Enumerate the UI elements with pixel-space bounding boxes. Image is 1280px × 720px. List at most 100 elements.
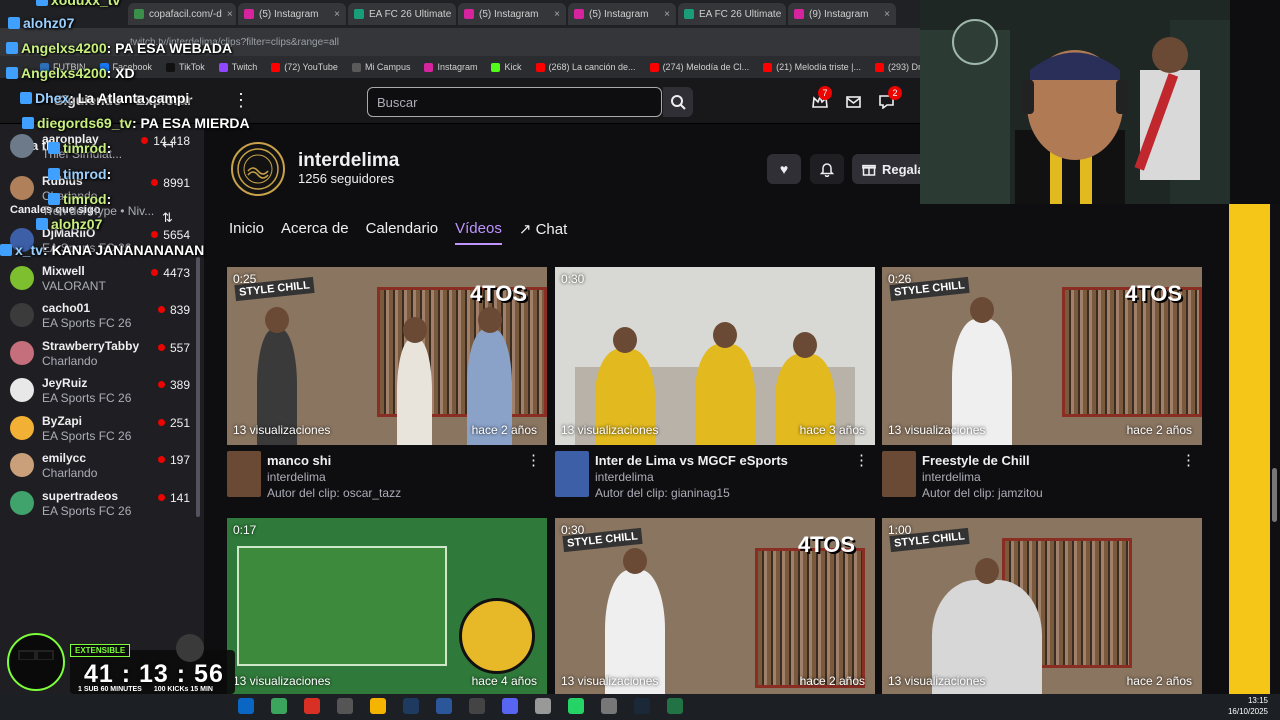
scroll-thumb[interactable] — [1272, 468, 1277, 522]
sidebar-channel[interactable]: Mixwell VALORANT 4473 — [10, 260, 196, 298]
inbox-icon[interactable] — [844, 93, 862, 111]
taskbar-app-icon[interactable] — [304, 698, 320, 714]
tab-close-icon[interactable]: × — [884, 9, 890, 20]
clip-thumbnail[interactable]: 4TOS STYLE CHILL 0:26 13 visualizaciones hac… — [882, 267, 1202, 445]
chat-username[interactable]: x_tv — [15, 242, 43, 258]
clip-card[interactable]: 0:30 13 visualizaciones hace 3 años Inter d… — [555, 267, 875, 505]
sidebar-channel[interactable]: emilycc Charlando 197 — [10, 447, 196, 485]
taskbar-app-icon[interactable] — [436, 698, 452, 714]
tab-calendario[interactable]: Calendario — [366, 220, 439, 245]
browser-tab[interactable]: (5) Instagram × — [238, 3, 346, 25]
more-options-icon[interactable]: ⋮ — [232, 90, 250, 111]
taskbar-app-icon[interactable] — [370, 698, 386, 714]
notification-badge: 7 — [818, 86, 832, 100]
browser-tab[interactable]: (5) Instagram × — [458, 3, 566, 25]
chat-username[interactable]: alohz07 — [23, 15, 74, 31]
clip-channel-avatar[interactable] — [227, 451, 261, 497]
taskbar-app-icon[interactable] — [337, 698, 353, 714]
chat-username[interactable]: Angelxs4200 — [21, 65, 107, 81]
browser-tab[interactable]: copafacil.com/-d × — [128, 3, 236, 25]
clip-card[interactable]: 4TOS STYLE CHILL 0:25 13 visualizaciones hac… — [227, 267, 547, 505]
browser-tab[interactable]: EA FC 26 Ultimate× — [678, 3, 786, 25]
taskbar-app-icon[interactable] — [601, 698, 617, 714]
clip-card[interactable]: STYLE CHILL 1:00 13 visualizaciones hace 2 … — [882, 518, 1202, 696]
clip-channel[interactable]: interdelima — [267, 470, 326, 484]
taskbar-app-icon[interactable] — [502, 698, 518, 714]
sidebar-channel[interactable]: cacho01 EA Sports FC 26 839 — [10, 297, 196, 335]
system-clock[interactable]: 13:15 16/10/2025 — [1228, 695, 1268, 717]
clip-thumbnail[interactable]: 0:17 13 visualizaciones hace 4 años — [227, 518, 547, 696]
chat-username[interactable]: diegords69_tv — [37, 115, 132, 131]
clip-channel-avatar[interactable] — [555, 451, 589, 497]
sidebar-channel[interactable]: StrawberryTabby Charlando 557 — [10, 335, 196, 373]
clip-channel[interactable]: interdelima — [922, 470, 981, 484]
tab-close-icon[interactable]: × — [334, 9, 340, 20]
main-scrollbar[interactable] — [1270, 204, 1280, 694]
tab-acerca-de[interactable]: Acerca de — [281, 220, 349, 245]
clip-options-icon[interactable]: ⋮ — [526, 451, 541, 469]
chat-username[interactable]: alohz07 — [51, 216, 102, 232]
sidebar-channel[interactable]: ByZapi EA Sports FC 26 251 — [10, 410, 196, 448]
notifications-button[interactable] — [810, 154, 844, 184]
clip-channel[interactable]: interdelima — [595, 470, 654, 484]
taskbar-app-icon[interactable] — [271, 698, 287, 714]
channel-logo[interactable] — [231, 142, 285, 196]
bookmark-item[interactable]: (21) Melodía triste |... — [763, 62, 861, 72]
clip-title[interactable]: Inter de Lima vs MGCF eSports — [595, 453, 860, 468]
bookmark-item[interactable]: (274) Melodía de Cl... — [649, 62, 749, 72]
clip-thumbnail[interactable]: STYLE CHILL 1:00 13 visualizaciones hace 2 … — [882, 518, 1202, 696]
taskbar-app-icon[interactable] — [403, 698, 419, 714]
sidebar-channel[interactable]: JeyRuiz EA Sports FC 26 389 — [10, 372, 196, 410]
bookmark-item[interactable]: Mi Campus — [351, 62, 410, 72]
bookmark-item[interactable]: Kick — [491, 62, 522, 72]
tab-inicio[interactable]: Inicio — [229, 220, 264, 245]
chat-username[interactable]: timrod — [63, 191, 107, 207]
follow-button[interactable]: ♥ — [767, 154, 801, 184]
taskbar-app-icon[interactable] — [535, 698, 551, 714]
taskbar-app-icon[interactable] — [238, 698, 254, 714]
person-head — [265, 307, 289, 333]
channel-game: EA Sports FC 26 — [42, 429, 132, 443]
tab-close-icon[interactable]: × — [227, 9, 233, 20]
browser-tab[interactable]: (5) Instagram × — [568, 3, 676, 25]
clip-thumbnail[interactable]: 4TOS STYLE CHILL 0:30 13 visualizaciones hac… — [555, 518, 875, 696]
clip-card[interactable]: 4TOS STYLE CHILL 0:26 13 visualizaciones hac… — [882, 267, 1202, 505]
bookmark-item[interactable]: (268) La canción de... — [535, 62, 636, 72]
clip-title[interactable]: manco shi — [267, 453, 532, 468]
clip-thumbnail[interactable]: 0:30 13 visualizaciones hace 3 años — [555, 267, 875, 445]
chat-username[interactable]: xoduxx_tv — [51, 0, 120, 8]
clip-card[interactable]: 0:17 13 visualizaciones hace 4 años — [227, 518, 547, 696]
browser-tab[interactable]: EA FC 26 Ultimate× — [348, 3, 456, 25]
bookmark-item[interactable]: (72) YouTube — [271, 62, 338, 72]
clip-options-icon[interactable]: ⋮ — [1181, 451, 1196, 469]
search-button[interactable] — [663, 87, 693, 117]
taskbar-app-icon[interactable] — [634, 698, 650, 714]
clip-title[interactable]: Freestyle de Chill — [922, 453, 1187, 468]
tab-vídeos[interactable]: Vídeos — [455, 220, 502, 245]
clip-card[interactable]: 4TOS STYLE CHILL 0:30 13 visualizaciones hac… — [555, 518, 875, 696]
chat-username[interactable]: timrod — [63, 140, 107, 156]
tab-close-icon[interactable]: × — [554, 9, 560, 20]
channel-name: ByZapi — [42, 414, 83, 428]
chat-username[interactable]: Dhex — [35, 90, 69, 106]
taskbar-app-icon[interactable] — [568, 698, 584, 714]
sidebar-scrollbar[interactable] — [196, 257, 200, 517]
taskbar-app-icon[interactable] — [469, 698, 485, 714]
taskbar-app-icon[interactable] — [667, 698, 683, 714]
clip-channel-avatar[interactable] — [882, 451, 916, 497]
tab-chat[interactable]: ↗ Chat — [519, 220, 567, 245]
chat-text: : — [106, 166, 112, 182]
sidebar-channel[interactable]: supertradeos EA Sports FC 26 141 — [10, 485, 196, 523]
chat-badge-icon — [6, 42, 18, 54]
bookmark-item[interactable]: TikTok — [166, 62, 205, 72]
search-input[interactable] — [367, 87, 662, 117]
bookmark-item[interactable]: Instagram — [424, 62, 477, 72]
chat-username[interactable]: Angelxs4200 — [21, 40, 107, 56]
bookmark-item[interactable]: (293) Dragon Ball E... — [874, 62, 920, 72]
clip-options-icon[interactable]: ⋮ — [854, 451, 869, 469]
clip-thumbnail[interactable]: 4TOS STYLE CHILL 0:25 13 visualizaciones hac… — [227, 267, 547, 445]
chat-username[interactable]: timrod — [63, 166, 107, 182]
browser-tab[interactable]: (9) Instagram × — [788, 3, 896, 25]
tab-close-icon[interactable]: × — [664, 9, 670, 20]
bookmark-item[interactable]: Twitch — [218, 62, 257, 72]
